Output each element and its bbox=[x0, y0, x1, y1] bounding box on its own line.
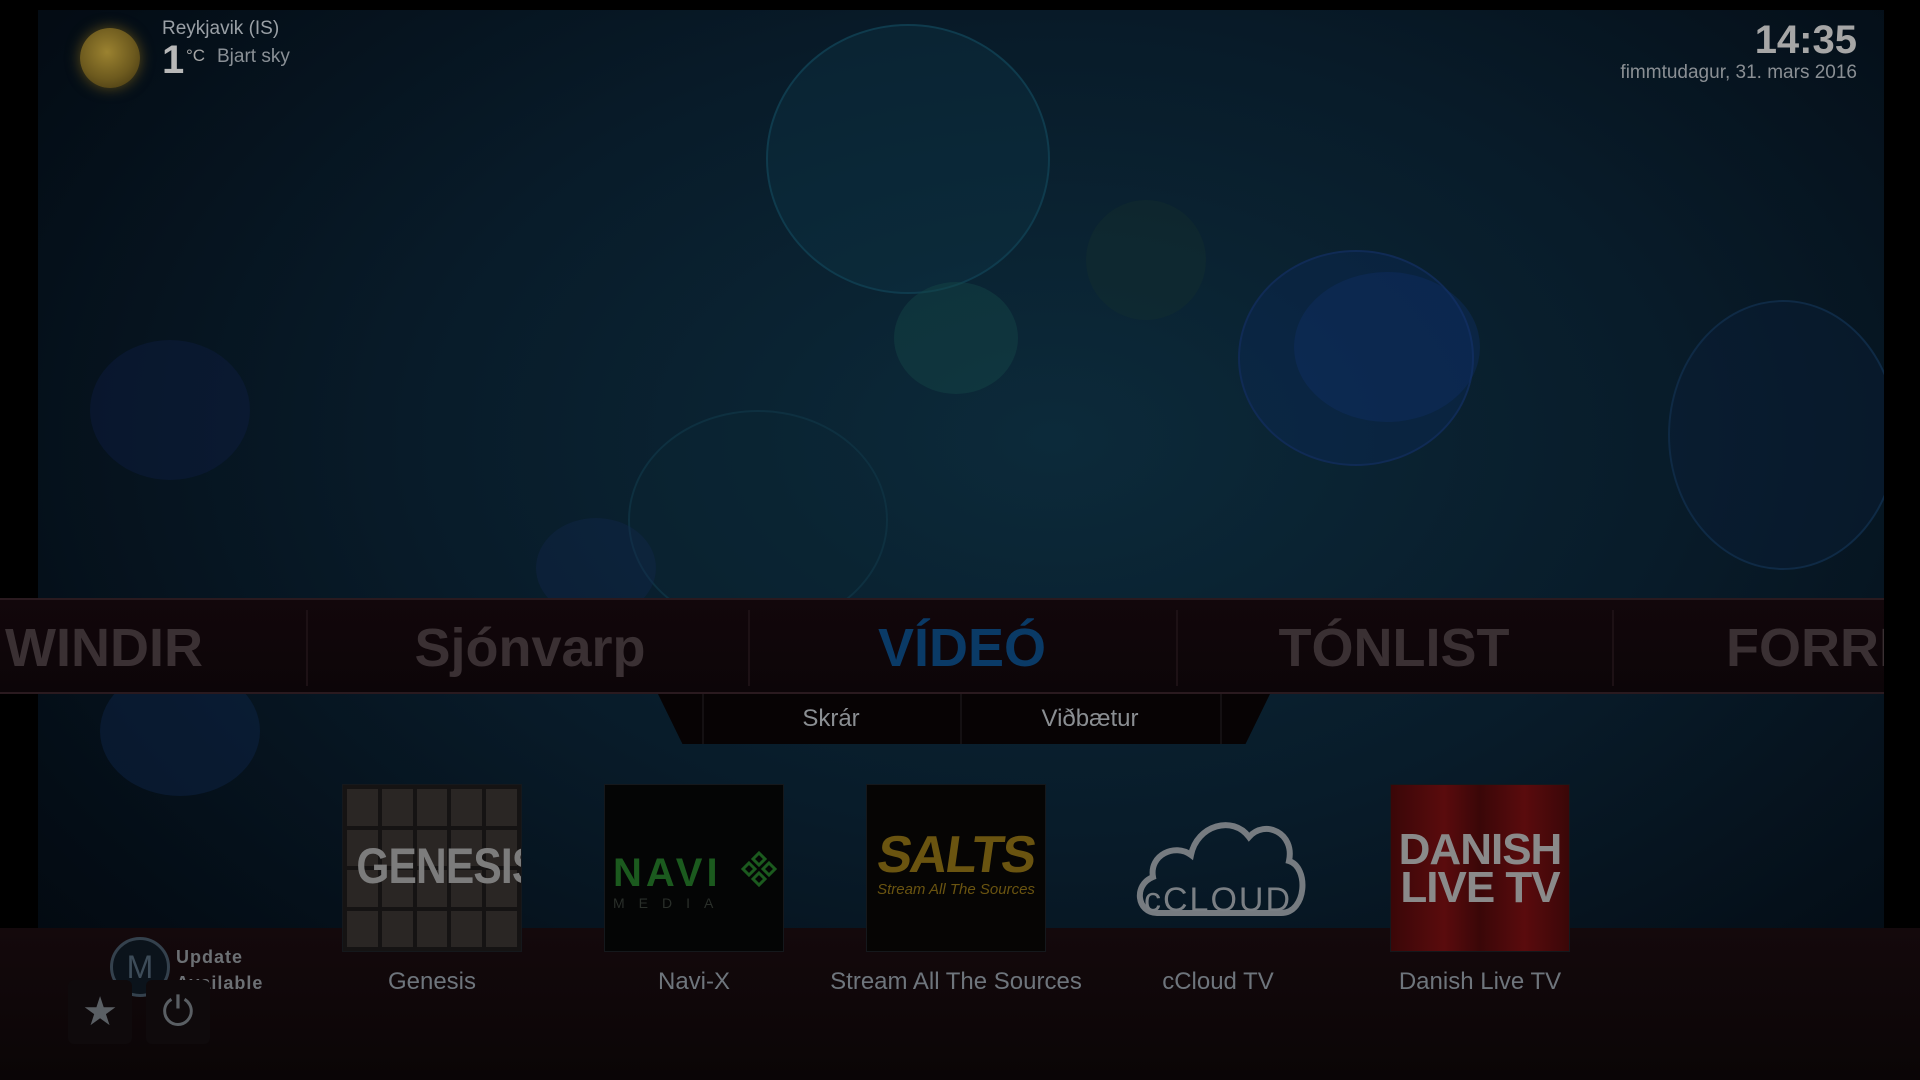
addon-ccloud-tv[interactable]: cCLOUD cCloud TV bbox=[1128, 784, 1308, 996]
menu-item-label: INDIR bbox=[55, 618, 203, 678]
addon-navi-x[interactable]: NAVI MEDIA Navi-X bbox=[604, 784, 784, 996]
power-button[interactable]: ⏻ bbox=[146, 980, 210, 1044]
clock-time: 14:35 bbox=[1754, 18, 1857, 62]
menu-item-tonlist[interactable]: TÓNLIST bbox=[1194, 614, 1594, 682]
addon-genesis[interactable]: GENESIS Genesis bbox=[342, 784, 522, 996]
favourites-button[interactable]: ★ bbox=[68, 980, 132, 1044]
menu-item-video[interactable]: VÍDEÓ bbox=[762, 614, 1162, 682]
weather-temperature: 1 bbox=[162, 38, 185, 82]
addon-label: cCloud TV bbox=[1162, 968, 1274, 995]
submenu-item-vidbaetur[interactable]: Viðbætur bbox=[962, 694, 1218, 744]
left-border bbox=[0, 0, 38, 1080]
menu-separator bbox=[1176, 610, 1178, 686]
addon-logo-line2: LIVE TV bbox=[1400, 863, 1560, 912]
addon-label: Navi-X bbox=[657, 968, 730, 995]
addon-logo-text: DANISH LIVE TV bbox=[1391, 828, 1569, 912]
addon-label: Stream All The Sources bbox=[830, 968, 1082, 995]
star-icon: ★ bbox=[82, 990, 118, 1034]
submenu-item-skrar[interactable]: Skrár bbox=[704, 694, 958, 744]
submenu: Skrár Viðbætur bbox=[658, 694, 1270, 744]
cloud-icon bbox=[1136, 822, 1306, 916]
addon-salts[interactable]: SALTS Stream All The Sources Stream All … bbox=[830, 784, 1082, 996]
sun-icon bbox=[80, 28, 140, 88]
clock-date: fimmtudagur, 31. mars 2016 bbox=[1620, 62, 1857, 83]
addon-logo-subtext: Stream All The Sources bbox=[877, 881, 1035, 898]
update-line1: Update bbox=[176, 947, 244, 967]
addon-thumbnail: NAVI MEDIA bbox=[604, 784, 784, 952]
addon-label: Danish Live TV bbox=[1398, 968, 1562, 995]
weather-condition: Bjart sky bbox=[217, 46, 290, 67]
addon-thumbnail: SALTS Stream All The Sources bbox=[866, 784, 1046, 952]
addon-thumbnail: cCLOUD bbox=[1128, 784, 1308, 952]
addon-danish-live-tv[interactable]: DANISH LIVE TV Danish Live TV bbox=[1390, 784, 1570, 996]
addon-logo-text: SALTS bbox=[873, 826, 1039, 884]
addon-thumbnail: DANISH LIVE TV bbox=[1390, 784, 1570, 952]
weather-city: Reykjavik (IS) bbox=[162, 18, 280, 39]
addon-logo-text: cCLOUD bbox=[1143, 881, 1293, 919]
addon-logo-text: NAVI bbox=[613, 851, 722, 895]
menu-item-sjonvarp[interactable]: Sjónvarp bbox=[330, 614, 730, 682]
right-border bbox=[1884, 0, 1920, 1080]
addon-label: Genesis bbox=[387, 968, 477, 995]
menu-separator bbox=[748, 610, 750, 686]
menu-item-partial-left[interactable]: WINDIR bbox=[0, 614, 214, 682]
weather-unit: °C bbox=[186, 46, 206, 65]
addon-logo-subtext: MEDIA bbox=[613, 895, 728, 911]
submenu-separator bbox=[1220, 694, 1222, 744]
menu-separator bbox=[1612, 610, 1614, 686]
power-icon: ⏻ bbox=[162, 990, 194, 1034]
main-menu: WINDIR Sjónvarp VÍDEÓ TÓNLIST FORRIT bbox=[0, 598, 1920, 694]
addon-thumbnail: GENESIS bbox=[342, 784, 522, 952]
navi-cross-icon bbox=[741, 851, 777, 887]
menu-item-prefix: W bbox=[5, 618, 56, 678]
addon-logo-text: GENESIS bbox=[356, 838, 522, 894]
menu-separator bbox=[306, 610, 308, 686]
